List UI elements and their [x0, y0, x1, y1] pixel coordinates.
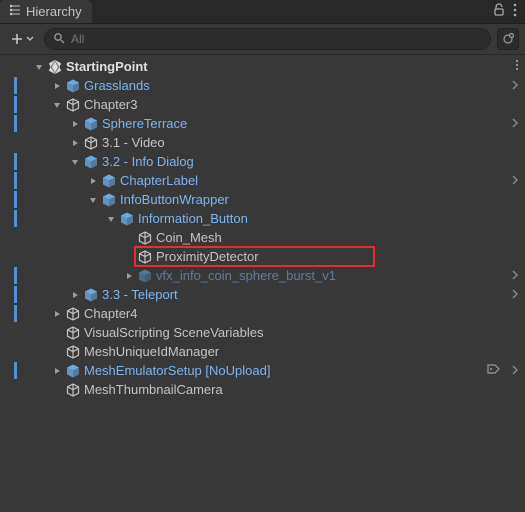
- add-button[interactable]: [6, 30, 38, 48]
- tag-icon: [487, 363, 501, 378]
- kebab-icon[interactable]: [513, 3, 517, 20]
- tree-row-label: MeshThumbnailCamera: [84, 382, 519, 397]
- tree-row-label: 3.3 - Teleport: [102, 287, 505, 302]
- tree-row[interactable]: vfx_info_coin_sphere_burst_v1: [0, 266, 525, 285]
- tree-row-label: SphereTerrace: [102, 116, 505, 131]
- open-prefab-icon[interactable]: [505, 269, 519, 283]
- hierarchy-tab-label: Hierarchy: [26, 4, 82, 19]
- chevron-down-icon: [26, 35, 34, 43]
- prefab-cube-icon: [101, 173, 117, 189]
- prefab-cube-icon: [83, 116, 99, 132]
- tree-row[interactable]: StartingPoint: [0, 57, 525, 76]
- tree-row[interactable]: MeshEmulatorSetup [NoUpload]: [0, 361, 525, 380]
- expand-toggle[interactable]: [124, 271, 136, 281]
- tree-row[interactable]: Chapter4: [0, 304, 525, 323]
- tree-row-label: 3.1 - Video: [102, 135, 519, 150]
- kebab-icon[interactable]: [505, 59, 519, 74]
- tree-row-label: InfoButtonWrapper: [120, 192, 519, 207]
- toolbar: [0, 24, 525, 55]
- prefab-cube-icon: [101, 192, 117, 208]
- prefab-cube-icon: [83, 287, 99, 303]
- hierarchy-tree[interactable]: StartingPoint Grasslands Chapter3: [0, 55, 525, 512]
- expand-toggle[interactable]: [70, 138, 82, 148]
- expand-toggle[interactable]: [88, 176, 100, 186]
- gameobject-cube-icon: [65, 325, 81, 341]
- search-icon: [53, 32, 65, 47]
- tree-row[interactable]: Grasslands: [0, 76, 525, 95]
- open-prefab-icon[interactable]: [505, 288, 519, 302]
- tree-row[interactable]: 3.1 - Video: [0, 133, 525, 152]
- tree-row-label: ProximityDetector: [156, 249, 519, 264]
- tree-row[interactable]: 3.2 - Info Dialog: [0, 152, 525, 171]
- tree-row-label: Information_Button: [138, 211, 519, 226]
- search-input[interactable]: [71, 32, 482, 46]
- prefab-cube-icon: [65, 363, 81, 379]
- tree-row-label: vfx_info_coin_sphere_burst_v1: [156, 268, 505, 283]
- expand-toggle[interactable]: [34, 62, 46, 72]
- prefab-cube-icon: [83, 154, 99, 170]
- open-prefab-icon[interactable]: [505, 79, 519, 93]
- filter-by-type-button[interactable]: [497, 28, 519, 50]
- tree-row-label: VisualScripting SceneVariables: [84, 325, 519, 340]
- tree-row[interactable]: MeshThumbnailCamera: [0, 380, 525, 399]
- gameobject-cube-icon: [65, 344, 81, 360]
- tree-row[interactable]: SphereTerrace: [0, 114, 525, 133]
- expand-toggle[interactable]: [70, 157, 82, 167]
- gameobject-cube-icon: [65, 382, 81, 398]
- lock-icon[interactable]: [493, 3, 505, 20]
- hierarchy-tab[interactable]: Hierarchy: [0, 0, 92, 23]
- tree-row[interactable]: Information_Button: [0, 209, 525, 228]
- prefab-cube-icon: [65, 78, 81, 94]
- prefab-cube-icon: [119, 211, 135, 227]
- tree-row[interactable]: ProximityDetector: [0, 247, 525, 266]
- open-prefab-icon[interactable]: [505, 364, 519, 378]
- tree-row[interactable]: VisualScripting SceneVariables: [0, 323, 525, 342]
- tree-row-label: Chapter4: [84, 306, 519, 321]
- tabbar: Hierarchy: [0, 0, 525, 24]
- open-prefab-icon[interactable]: [505, 117, 519, 131]
- tree-row[interactable]: MeshUniqueIdManager: [0, 342, 525, 361]
- tree-row[interactable]: 3.3 - Teleport: [0, 285, 525, 304]
- search-box[interactable]: [44, 28, 491, 50]
- gameobject-cube-icon: [65, 97, 81, 113]
- expand-toggle[interactable]: [52, 366, 64, 376]
- tree-row-label: MeshUniqueIdManager: [84, 344, 519, 359]
- expand-toggle[interactable]: [52, 100, 64, 110]
- gameobject-cube-icon: [83, 135, 99, 151]
- expand-toggle[interactable]: [52, 81, 64, 91]
- tree-row-label: ChapterLabel: [120, 173, 505, 188]
- gameobject-cube-icon: [137, 230, 153, 246]
- tree-row-label: 3.2 - Info Dialog: [102, 154, 519, 169]
- tree-row-label: MeshEmulatorSetup [NoUpload]: [84, 363, 487, 378]
- tree-row-label: Grasslands: [84, 78, 505, 93]
- tree-row[interactable]: ChapterLabel: [0, 171, 525, 190]
- tree-row[interactable]: InfoButtonWrapper: [0, 190, 525, 209]
- expand-toggle[interactable]: [106, 214, 118, 224]
- hierarchy-icon: [10, 4, 22, 19]
- expand-toggle[interactable]: [52, 309, 64, 319]
- tree-row-label: Chapter3: [84, 97, 519, 112]
- expand-toggle[interactable]: [88, 195, 100, 205]
- gameobject-cube-icon: [137, 249, 153, 265]
- expand-toggle[interactable]: [70, 119, 82, 129]
- tree-row-label: StartingPoint: [66, 59, 505, 74]
- expand-toggle[interactable]: [70, 290, 82, 300]
- prefab-cube-icon: [137, 268, 153, 284]
- gameobject-cube-icon: [65, 306, 81, 322]
- unity-icon: [47, 59, 63, 75]
- open-prefab-icon[interactable]: [505, 174, 519, 188]
- tree-row[interactable]: Chapter3: [0, 95, 525, 114]
- tree-row[interactable]: Coin_Mesh: [0, 228, 525, 247]
- tree-row-label: Coin_Mesh: [156, 230, 519, 245]
